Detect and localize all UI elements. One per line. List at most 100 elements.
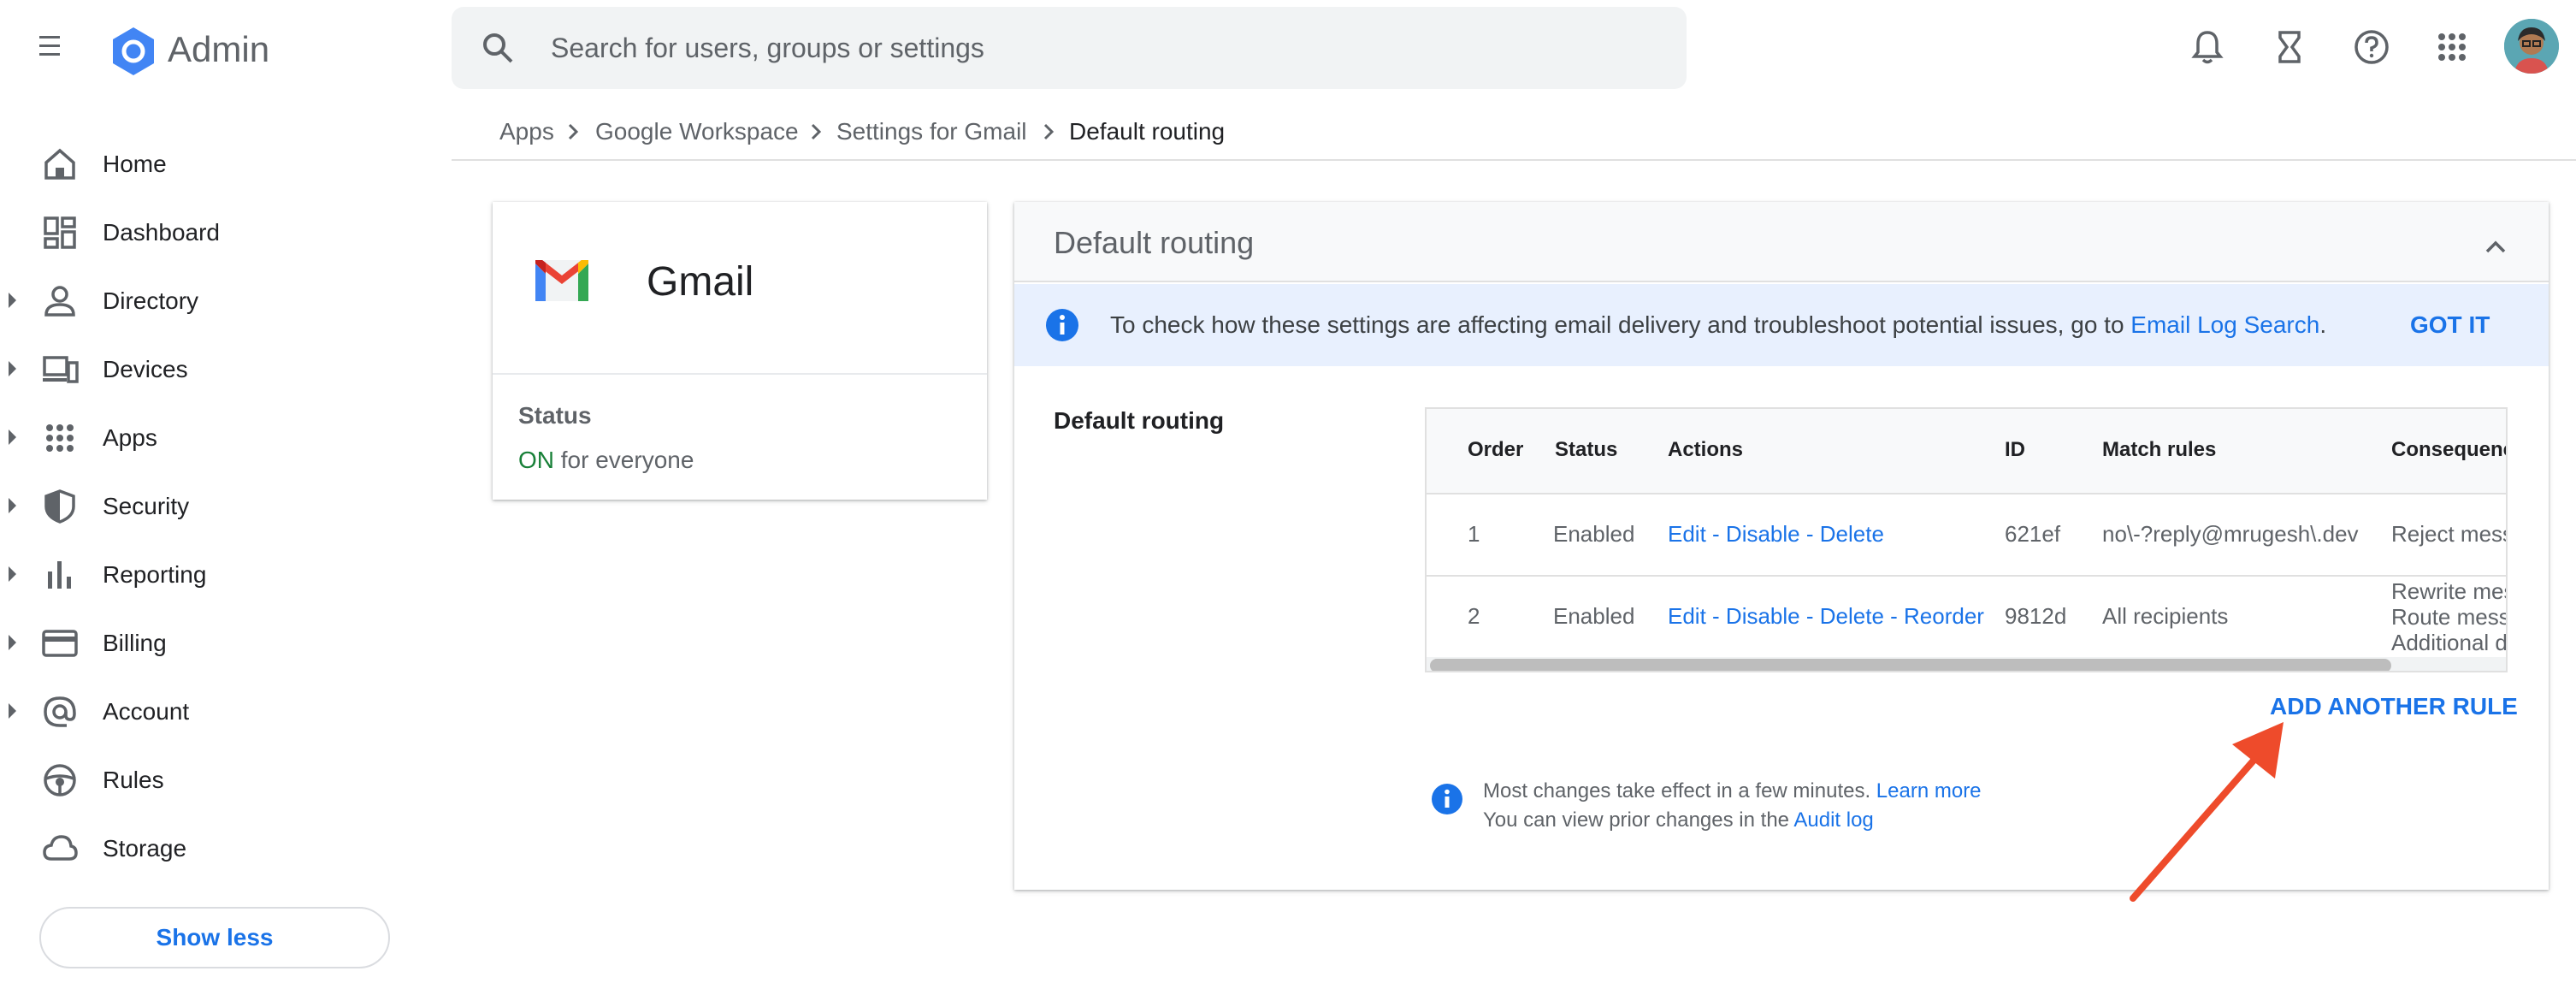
sidebar-item-label: Directory [103, 287, 199, 314]
scrollbar-thumb[interactable] [1430, 659, 2391, 671]
status-label: Status [518, 402, 592, 429]
gmail-logo-icon [530, 248, 594, 311]
section-label: Default routing [1054, 407, 1225, 434]
steering-wheel-icon [41, 761, 79, 799]
sidebar-item-rules[interactable]: Rules [0, 746, 428, 814]
delete-link[interactable]: Delete [1820, 521, 1884, 547]
got-it-button[interactable]: GOT IT [2410, 308, 2490, 342]
column-header: ID [2005, 438, 2025, 461]
info-icon [1042, 305, 1083, 346]
header-divider [452, 159, 2576, 161]
footer-note: You can view prior changes in the Audit … [1483, 806, 1874, 835]
search-icon[interactable] [479, 29, 517, 67]
expand-caret-icon[interactable] [9, 566, 16, 582]
edit-link[interactable]: Edit [1668, 521, 1706, 547]
breadcrumb-item-workspace[interactable]: Google Workspace [595, 115, 799, 149]
sidebar-item-reporting[interactable]: Reporting [0, 541, 428, 609]
menu-icon[interactable] [22, 27, 77, 68]
sidebar-item-billing[interactable]: Billing [0, 609, 428, 678]
app-title: Gmail [647, 259, 754, 305]
sidebar-item-home[interactable]: Home [0, 130, 428, 198]
notifications-icon[interactable] [2186, 26, 2229, 68]
bar-chart-icon [41, 556, 79, 594]
breadcrumb-current: Default routing [1069, 118, 1226, 145]
expand-caret-icon[interactable] [9, 498, 16, 513]
status-cell: Enabled [1553, 521, 1635, 547]
avatar[interactable] [2504, 19, 2559, 74]
email-log-search-link[interactable]: Email Log Search [2130, 311, 2319, 338]
actions-cell: Edit - Disable - Delete [1668, 518, 1884, 549]
expand-caret-icon[interactable] [9, 635, 16, 650]
column-header: Status [1555, 438, 1618, 461]
column-header: Actions [1668, 438, 1744, 461]
order-cell: 1 [1468, 521, 1480, 547]
edit-link[interactable]: Edit [1668, 603, 1706, 629]
panel-title: Default routing [1054, 225, 1255, 260]
disable-link[interactable]: Disable [1726, 603, 1800, 629]
match-rules-cell: no\-?reply@mrugesh\.dev [2102, 521, 2359, 547]
show-less-button[interactable]: Show less [39, 907, 390, 968]
sidebar-item-label: Storage [103, 835, 187, 862]
sidebar-item-account[interactable]: Account [0, 678, 428, 746]
table-row[interactable]: 2 Enabled Edit - Disable - Delete - Reor… [1427, 575, 2508, 659]
consequence-cell: Reject mess [2391, 521, 2508, 547]
chevron-right-icon [561, 120, 585, 144]
status-cell: Enabled [1553, 603, 1635, 629]
sidebar-item-storage[interactable]: Storage [0, 814, 428, 883]
sidebar-item-label: Dashboard [103, 219, 220, 246]
breadcrumb-item-apps[interactable]: Apps [499, 115, 554, 149]
disable-link[interactable]: Disable [1726, 521, 1800, 547]
info-banner-text: To check how these settings are affectin… [1110, 308, 2326, 342]
annotation-arrow-icon [2121, 710, 2301, 907]
breadcrumb-item-gmail-settings[interactable]: Settings for Gmail [836, 115, 1027, 149]
learn-more-link[interactable]: Learn more [1876, 779, 1982, 802]
chevron-up-icon[interactable] [2477, 228, 2514, 265]
expand-caret-icon[interactable] [9, 361, 16, 376]
sidebar-item-label: Devices [103, 356, 188, 382]
search-input[interactable]: Search for users, groups or settings [551, 29, 984, 67]
add-another-rule-button[interactable]: ADD ANOTHER RULE [2270, 690, 2518, 724]
delete-link[interactable]: Delete [1820, 603, 1884, 629]
consequence-line: Route mess [2391, 604, 2508, 630]
apps-icon [41, 419, 79, 457]
apps-grid-icon[interactable] [2431, 26, 2473, 68]
expand-caret-icon[interactable] [9, 703, 16, 719]
sidebar-item-devices[interactable]: Devices [0, 335, 428, 404]
help-icon[interactable] [2350, 26, 2393, 68]
consequence-line: Rewrite mes [2391, 578, 2508, 604]
column-header: Consequence [2391, 438, 2506, 461]
dashboard-icon [41, 214, 79, 252]
sidebar-item-dashboard[interactable]: Dashboard [0, 198, 428, 267]
table-row[interactable]: 1 Enabled Edit - Disable - Delete 621ef … [1427, 493, 2508, 577]
sidebar-item-label: Billing [103, 630, 167, 656]
match-rules-cell: All recipients [2102, 603, 2229, 629]
footer-note: Most changes take effect in a few minute… [1483, 777, 1982, 806]
consequence-line: Additional d [2391, 630, 2508, 655]
audit-log-link[interactable]: Audit log [1793, 808, 1873, 832]
info-icon [1428, 780, 1466, 818]
sidebar-item-label: Apps [103, 424, 157, 451]
tasks-hourglass-icon[interactable] [2268, 26, 2311, 68]
home-icon [41, 145, 79, 183]
sidebar-item-label: Rules [103, 767, 164, 793]
reorder-link[interactable]: Reorder [1904, 603, 1984, 629]
sidebar-item-label: Reporting [103, 561, 207, 588]
status-scope-text: for everyone [554, 447, 694, 473]
shield-icon [41, 488, 79, 525]
expand-caret-icon[interactable] [9, 429, 16, 445]
expand-caret-icon[interactable] [9, 293, 16, 308]
sidebar-item-security[interactable]: Security [0, 472, 428, 541]
footer-text: Most changes take effect in a few minute… [1483, 779, 1876, 802]
sidebar-item-apps[interactable]: Apps [0, 404, 428, 472]
chevron-right-icon [1037, 120, 1061, 144]
column-header: Order [1468, 438, 1524, 461]
sidebar-item-directory[interactable]: Directory [0, 267, 428, 335]
card-divider [493, 373, 987, 375]
status-value: ON for everyone [518, 443, 694, 477]
footer-text: You can view prior changes in the [1483, 808, 1794, 832]
admin-brand[interactable]: Admin [168, 24, 269, 75]
admin-logo-icon[interactable] [106, 24, 161, 79]
cloud-icon [41, 830, 79, 868]
credit-card-icon [41, 625, 79, 662]
info-text-end: . [2319, 311, 2327, 338]
